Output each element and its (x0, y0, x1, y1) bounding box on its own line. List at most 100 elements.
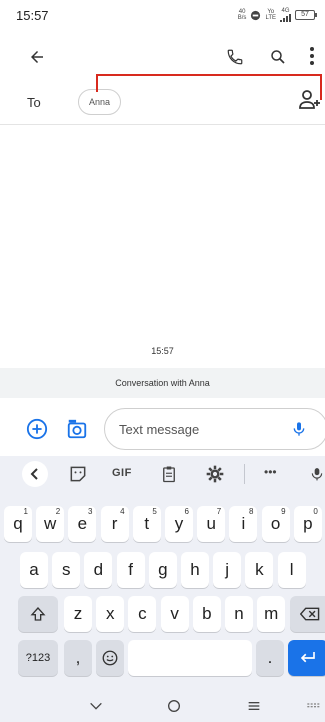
key-label: w (44, 514, 57, 533)
key-label: s (61, 560, 71, 579)
recipient-row: To Anna (0, 86, 325, 122)
key-hint: 7 (216, 507, 222, 516)
key-s[interactable]: s (52, 552, 81, 588)
add-person-icon[interactable] (298, 88, 322, 112)
search-icon[interactable] (269, 48, 287, 66)
nav-back-chevron-icon[interactable] (88, 698, 104, 714)
key-label: b (202, 604, 212, 623)
toolbar-back-button[interactable] (22, 461, 48, 487)
emoji-key[interactable] (96, 640, 124, 676)
mic-icon[interactable] (291, 420, 307, 438)
camera-icon[interactable] (66, 418, 88, 440)
key-label: d (93, 560, 104, 579)
net-speed: 40 B/s (237, 9, 247, 21)
key-o[interactable]: o9 (261, 506, 290, 542)
space-key[interactable] (128, 640, 252, 676)
key-z[interactable]: z (64, 596, 92, 632)
key-q[interactable]: q1 (4, 506, 32, 542)
key-label: p (303, 514, 313, 533)
key-u[interactable]: u7 (197, 506, 226, 542)
key-r[interactable]: r4 (100, 506, 129, 542)
key-h[interactable]: h (181, 552, 209, 588)
do-not-disturb-icon (251, 10, 261, 20)
more-options-button[interactable]: ••• (264, 465, 277, 479)
clipboard-icon[interactable] (160, 464, 178, 484)
key-label: c (138, 604, 147, 623)
key-j[interactable]: j (213, 552, 242, 588)
key-hint: 8 (248, 507, 254, 516)
key-i[interactable]: i8 (229, 506, 258, 542)
key-label: i (241, 514, 246, 533)
enter-key[interactable] (288, 640, 325, 676)
message-input[interactable]: Text message (104, 408, 325, 450)
key-p[interactable]: p0 (293, 506, 322, 542)
backspace-icon (300, 607, 320, 621)
key-m[interactable]: m (257, 596, 286, 632)
key-label: j (225, 560, 230, 579)
recipient-chip[interactable]: Anna (78, 89, 122, 115)
callout-line (96, 74, 98, 92)
key-l[interactable]: l (277, 552, 306, 588)
key-hint: 9 (281, 507, 286, 516)
voice-input-icon[interactable] (310, 464, 324, 484)
key-label: t (144, 514, 150, 533)
shift-key[interactable] (18, 596, 58, 632)
key-t[interactable]: t5 (132, 506, 161, 542)
recents-icon[interactable] (246, 698, 262, 714)
key-label: y (174, 514, 184, 533)
key-label: a (29, 560, 39, 579)
key-g[interactable]: g (148, 552, 177, 588)
keyboard-switch-icon[interactable] (306, 698, 322, 714)
period-key[interactable]: . (256, 640, 284, 676)
key-a[interactable]: a (20, 552, 48, 588)
status-bar: 15:57 40 B/s Yo LTE 4G 57 (0, 0, 325, 30)
callout-line (96, 74, 322, 76)
key-hint: 0 (313, 507, 318, 516)
status-time: 15:57 (16, 7, 49, 23)
key-w[interactable]: w2 (36, 506, 65, 542)
status-icons: 40 B/s Yo LTE 4G 57 (237, 8, 317, 22)
key-hint: 5 (152, 507, 157, 516)
key-label: o (270, 514, 281, 533)
keyboard-toolbar: GIF ••• (0, 456, 325, 492)
key-label: h (190, 560, 200, 579)
home-icon[interactable] (166, 698, 182, 714)
symbols-key[interactable]: ?123 (18, 640, 58, 676)
comma-key[interactable]: , (64, 640, 92, 676)
key-label: n (234, 604, 244, 623)
key-hint: 6 (184, 507, 189, 516)
toolbar-separator (244, 464, 245, 484)
plus-circle-icon[interactable] (26, 418, 48, 440)
key-k[interactable]: k (245, 552, 274, 588)
key-f[interactable]: f (116, 552, 145, 588)
gif-button[interactable]: GIF (112, 467, 132, 479)
key-hint: 3 (87, 507, 93, 516)
backspace-key[interactable] (290, 596, 325, 632)
gear-icon[interactable] (205, 464, 225, 484)
key-d[interactable]: d (84, 552, 113, 588)
key-c[interactable]: c (128, 596, 157, 632)
compose-bar: Text message (0, 398, 325, 454)
key-e[interactable]: e3 (68, 506, 97, 542)
key-x[interactable]: x (96, 596, 125, 632)
navigation-bar (0, 692, 325, 722)
more-vertical-icon[interactable] (308, 46, 316, 66)
key-label: g (158, 560, 168, 579)
arrow-left-icon[interactable] (28, 48, 46, 66)
phone-icon[interactable] (226, 48, 244, 66)
conversation-label: Conversation with Anna (0, 368, 325, 398)
key-n[interactable]: n (225, 596, 253, 632)
volte-indicator: Yo LTE (265, 9, 276, 21)
key-label: k (255, 560, 264, 579)
enter-icon (300, 652, 315, 663)
chevron-left-icon (30, 468, 38, 480)
key-label: l (289, 560, 294, 579)
key-y[interactable]: y6 (165, 506, 193, 542)
key-b[interactable]: b (192, 596, 221, 632)
key-hint: 4 (120, 507, 125, 516)
key-hint: 1 (23, 507, 28, 516)
key-label: e (77, 514, 88, 533)
key-label: x (105, 604, 115, 623)
sticker-icon[interactable] (68, 464, 88, 484)
key-v[interactable]: v (160, 596, 189, 632)
